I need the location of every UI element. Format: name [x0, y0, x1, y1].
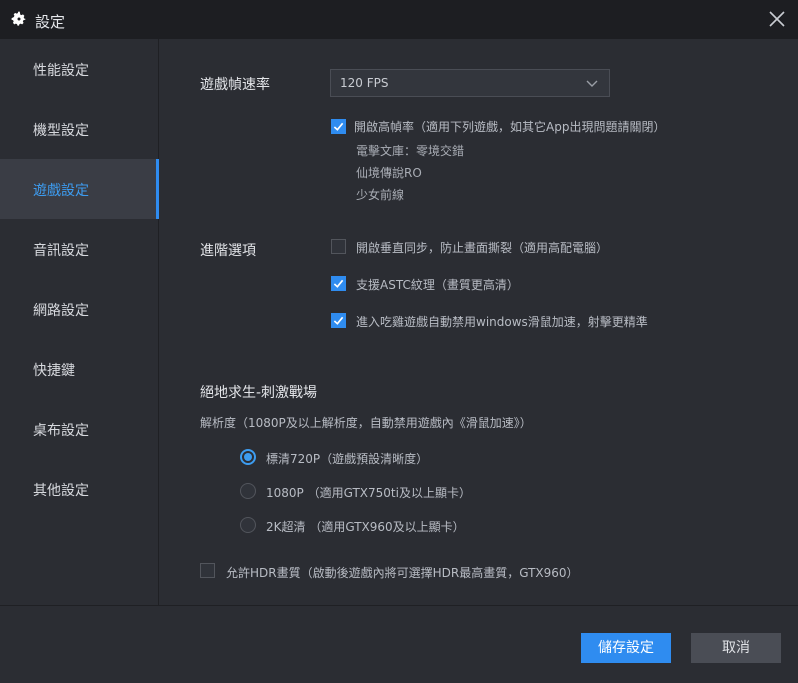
resolution-label-2k: 2K超清 （適用GTX960及以上顯卡）: [266, 520, 465, 534]
sidebar-item-label: 網路設定: [33, 303, 89, 319]
sidebar-item-game[interactable]: 遊戲設定: [0, 159, 159, 219]
hdr-label: 允許HDR畫質（啟動後遊戲內將可選擇HDR最高畫質，GTX960）: [226, 566, 579, 580]
high-fps-game: 少女前線: [356, 188, 405, 202]
resolution-radio-2k[interactable]: [240, 517, 256, 533]
check-icon: [333, 279, 344, 288]
sidebar-item-wallpaper[interactable]: 桌布設定: [0, 399, 159, 459]
sidebar-item-device-model[interactable]: 機型設定: [0, 99, 159, 159]
footer: 儲存設定 取消: [0, 605, 798, 683]
window-title: 設定: [35, 13, 66, 31]
cancel-button[interactable]: 取消: [691, 633, 781, 663]
mouse-accel-label: 進入吃雞遊戲自動禁用windows滑鼠加速，射擊更精準: [356, 315, 648, 329]
save-button[interactable]: 儲存設定: [581, 633, 671, 663]
advanced-options-label: 進階選項: [200, 243, 256, 259]
resolution-label-720p: 標清720P（遊戲預設清晰度）: [266, 452, 429, 466]
vsync-label: 開啟垂直同步，防止畫面撕裂（適用高配電腦）: [356, 241, 609, 255]
sidebar-item-label: 音訊設定: [33, 243, 89, 259]
astc-label: 支援ASTC紋理（畫質更高清）: [356, 278, 519, 292]
resolution-hint: 解析度（1080P及以上解析度，自動禁用遊戲內《滑鼠加速》）: [200, 416, 532, 430]
chevron-down-icon: [586, 80, 598, 87]
sidebar-item-network[interactable]: 網路設定: [0, 279, 159, 339]
resolution-label-1080p: 1080P （適用GTX750ti及以上顯卡）: [266, 486, 471, 500]
resolution-radio-1080p[interactable]: [240, 483, 256, 499]
hdr-checkbox[interactable]: [200, 563, 215, 578]
resolution-radio-720p[interactable]: [240, 449, 256, 465]
sidebar-item-label: 桌布設定: [33, 423, 89, 439]
sidebar-item-label: 快捷鍵: [33, 363, 75, 379]
fps-label: 遊戲幀速率: [200, 77, 270, 93]
sidebar-item-label: 遊戲設定: [33, 183, 89, 199]
high-fps-game: 仙境傳說RO: [356, 166, 422, 180]
game-settings-panel: 遊戲幀速率 120 FPS 開啟高幀率（適用下列遊戲，如其它App出現問題請關閉…: [160, 39, 798, 605]
high-fps-game: 電擊文庫：零境交錯: [356, 144, 465, 158]
pubg-section-title: 絕地求生-刺激戰場: [200, 385, 318, 401]
fps-select[interactable]: 120 FPS: [330, 69, 610, 97]
sidebar-item-audio[interactable]: 音訊設定: [0, 219, 159, 279]
high-fps-label: 開啟高幀率（適用下列遊戲，如其它App出現問題請關閉）: [354, 120, 666, 134]
close-icon[interactable]: [768, 10, 786, 28]
check-icon: [333, 316, 344, 325]
sidebar-item-shortcuts[interactable]: 快捷鍵: [0, 339, 159, 399]
check-icon: [333, 122, 344, 131]
title-bar: 設定: [0, 0, 798, 39]
astc-checkbox[interactable]: [331, 276, 346, 291]
sidebar-item-label: 性能設定: [33, 63, 89, 79]
sidebar: 性能設定 機型設定 遊戲設定 音訊設定 網路設定 快捷鍵 桌布設定 其他設定: [0, 39, 159, 605]
high-fps-checkbox[interactable]: [331, 119, 346, 134]
sidebar-item-label: 機型設定: [33, 123, 89, 139]
fps-select-value: 120 FPS: [340, 76, 389, 90]
sidebar-item-performance[interactable]: 性能設定: [0, 39, 159, 99]
gear-icon: [11, 11, 26, 26]
mouse-accel-checkbox[interactable]: [331, 313, 346, 328]
sidebar-item-other[interactable]: 其他設定: [0, 459, 159, 519]
sidebar-item-label: 其他設定: [33, 483, 89, 499]
vsync-checkbox[interactable]: [331, 239, 346, 254]
